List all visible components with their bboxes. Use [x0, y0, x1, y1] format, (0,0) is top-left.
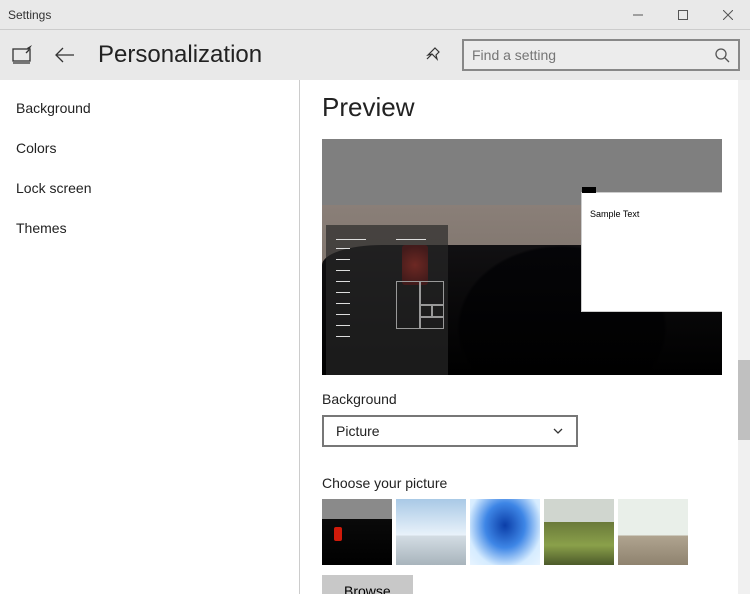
picture-thumb-1[interactable]	[322, 499, 392, 565]
page-title: Personalization	[98, 41, 262, 69]
sample-window-text: Sample Text	[590, 209, 639, 219]
sidebar-item-label: Themes	[16, 220, 67, 236]
settings-app-icon	[10, 42, 36, 68]
scrollbar-thumb[interactable]	[738, 360, 750, 440]
window-title: Settings	[8, 8, 615, 22]
background-label: Background	[322, 391, 750, 407]
picture-thumb-4[interactable]	[544, 499, 614, 565]
maximize-button[interactable]	[660, 0, 705, 30]
content-scrollbar[interactable]	[738, 80, 750, 594]
picture-thumb-3[interactable]	[470, 499, 540, 565]
background-type-select[interactable]: Picture	[322, 415, 578, 447]
sidebar-item-background[interactable]: Background	[0, 88, 299, 128]
back-arrow-icon	[54, 47, 76, 63]
content-panel: Preview Sample Text	[300, 80, 750, 594]
chevron-down-icon	[552, 425, 564, 437]
body-split: Background Colors Lock screen Themes Pre…	[0, 80, 750, 594]
sidebar-item-label: Background	[16, 100, 91, 116]
sidebar-item-themes[interactable]: Themes	[0, 208, 299, 248]
preview-start-tiles	[396, 281, 444, 329]
sidebar-item-lock-screen[interactable]: Lock screen	[0, 168, 299, 208]
search-input[interactable]	[472, 47, 714, 63]
header-bar: Personalization	[0, 30, 750, 80]
close-button[interactable]	[705, 0, 750, 30]
desktop-preview: Sample Text	[322, 139, 722, 375]
sidebar: Background Colors Lock screen Themes	[0, 80, 300, 594]
window-controls	[615, 0, 750, 30]
search-box[interactable]	[462, 39, 740, 71]
sidebar-item-label: Lock screen	[16, 180, 91, 196]
pin-button[interactable]	[420, 42, 446, 68]
close-icon	[723, 10, 733, 20]
sidebar-item-label: Colors	[16, 140, 56, 156]
picture-thumb-5[interactable]	[618, 499, 688, 565]
preview-heading: Preview	[322, 92, 750, 123]
pin-icon	[424, 46, 442, 64]
preview-start-menu	[326, 225, 448, 375]
window-titlebar: Settings	[0, 0, 750, 30]
browse-button[interactable]: Browse	[322, 575, 413, 594]
picture-thumbnails	[322, 499, 750, 565]
preview-sample-window: Sample Text	[582, 193, 722, 311]
search-icon	[714, 47, 730, 63]
sidebar-item-colors[interactable]: Colors	[0, 128, 299, 168]
maximize-icon	[678, 10, 688, 20]
picture-thumb-2[interactable]	[396, 499, 466, 565]
select-value: Picture	[336, 423, 380, 439]
minimize-icon	[633, 10, 643, 20]
minimize-button[interactable]	[615, 0, 660, 30]
back-button[interactable]	[52, 42, 78, 68]
choose-picture-label: Choose your picture	[322, 475, 750, 491]
browse-button-label: Browse	[344, 583, 391, 594]
